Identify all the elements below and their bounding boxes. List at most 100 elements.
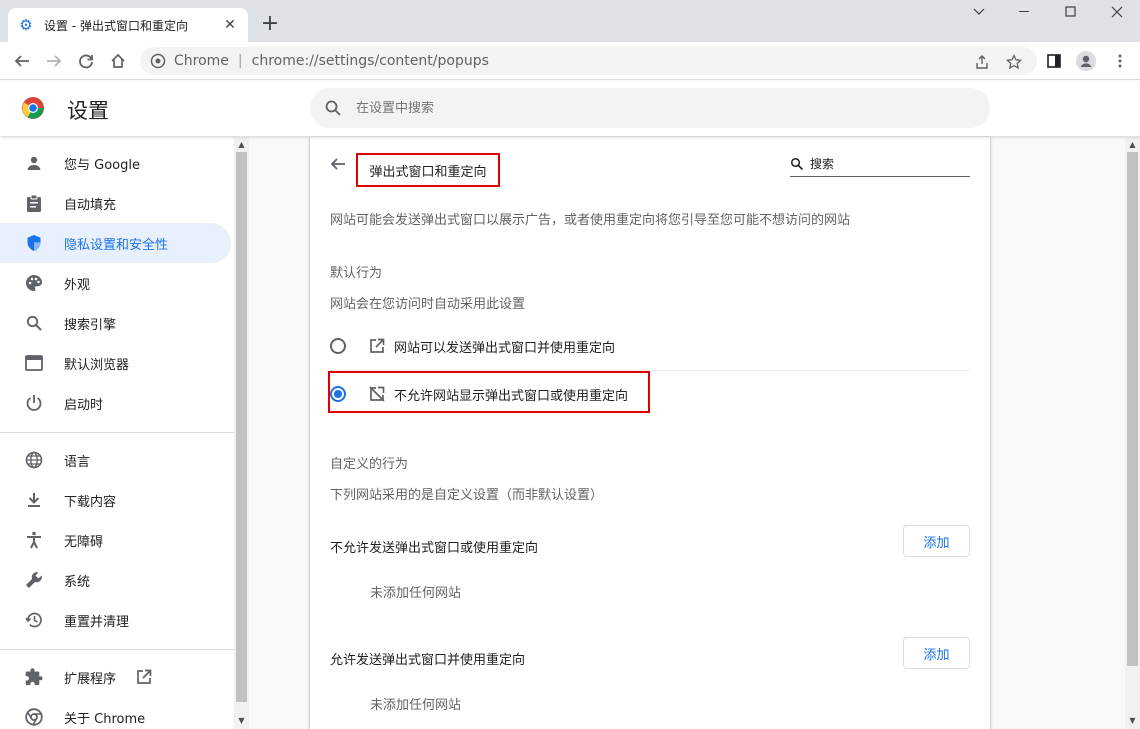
gear-icon: ⚙ <box>19 16 33 34</box>
url-text[interactable]: chrome://settings/content/popups <box>252 53 489 69</box>
add-block-site-button[interactable]: 添加 <box>903 525 970 557</box>
main-scrollbar[interactable]: ▲ ▼ <box>1125 137 1140 729</box>
site-label: Chrome <box>174 53 229 69</box>
maximize-button[interactable] <box>1048 0 1094 24</box>
tab-strip: ⚙ 设置 - 弹出式窗口和重定向 ✕ + <box>0 0 1140 42</box>
sidebar-item-on-startup[interactable]: 启动时 <box>0 383 231 423</box>
browser-icon <box>24 353 44 373</box>
block-list-label: 不允许发送弹出式窗口或使用重定向 <box>330 541 539 556</box>
palette-icon <box>24 273 44 293</box>
back-button[interactable] <box>10 49 34 73</box>
sidebar-item-label: 搜索引擎 <box>64 317 117 333</box>
home-button[interactable] <box>106 49 130 73</box>
download-icon <box>24 490 44 510</box>
chrome-icon <box>24 707 44 727</box>
allow-list-empty: 未添加任何网站 <box>370 698 462 713</box>
sidebar-scrollbar[interactable]: ▲ ▼ <box>234 137 249 729</box>
default-behavior-subtitle: 网站会在您访问时自动采用此设置 <box>330 297 526 312</box>
sidebar: 您与 Google 自动填充 隐私设置和安全性 外观 搜索引擎 默认浏览器 启动… <box>0 137 234 729</box>
settings-search-input[interactable] <box>356 100 956 116</box>
puzzle-icon <box>24 667 44 687</box>
scroll-up-arrow-icon[interactable]: ▲ <box>234 139 249 151</box>
sidebar-item-label: 您与 Google <box>64 157 140 173</box>
sidebar-item-downloads[interactable]: 下载内容 <box>0 480 231 520</box>
sidebar-item-label: 外观 <box>64 277 91 293</box>
page-description: 网站可能会发送弹出式窗口以展示广告，或者使用重定向将您引导至您可能不想访问的网站 <box>330 213 851 228</box>
sidebar-item-you-and-google[interactable]: 您与 Google <box>0 143 231 183</box>
reload-button[interactable] <box>74 49 98 73</box>
option-allow-label: 网站可以发送弹出式窗口并使用重定向 <box>394 340 616 356</box>
close-window-button[interactable] <box>1094 0 1140 24</box>
star-icon[interactable] <box>1004 52 1024 72</box>
person-icon <box>24 153 44 173</box>
settings-search[interactable] <box>310 88 990 128</box>
sidebar-item-label: 无障碍 <box>64 534 104 550</box>
chrome-logo-icon <box>21 96 45 120</box>
sidebar-item-label: 下载内容 <box>64 494 117 510</box>
sidebar-item-languages[interactable]: 语言 <box>0 440 231 480</box>
page-title: 弹出式窗口和重定向 <box>356 153 500 187</box>
open-in-new-icon <box>134 667 154 687</box>
globe-icon <box>24 450 44 470</box>
profile-avatar[interactable] <box>1074 49 1098 73</box>
settings-title: 设置 <box>67 99 109 123</box>
allow-list-label: 允许发送弹出式窗口并使用重定向 <box>330 653 526 668</box>
sidebar-item-label: 语言 <box>64 454 91 470</box>
minimize-button[interactable] <box>1002 0 1048 24</box>
clipboard-icon <box>24 193 44 213</box>
sidebar-item-system[interactable]: 系统 <box>0 560 231 600</box>
sidebar-item-about-chrome[interactable]: 关于 Chrome <box>0 697 231 729</box>
open-in-new-icon <box>368 337 386 355</box>
settings-card: 弹出式窗口和重定向 搜索 网站可能会发送弹出式窗口以展示广告，或者使用重定向将您… <box>310 137 990 729</box>
sidebar-item-search-engine[interactable]: 搜索引擎 <box>0 303 231 343</box>
sidebar-item-autofill[interactable]: 自动填充 <box>0 183 231 223</box>
sidebar-item-label: 启动时 <box>64 397 104 413</box>
sidebar-divider <box>0 649 234 650</box>
sidebar-item-appearance[interactable]: 外观 <box>0 263 231 303</box>
add-allow-site-button[interactable]: 添加 <box>903 637 970 669</box>
shield-icon <box>24 233 44 253</box>
browser-toolbar: Chrome | chrome://settings/content/popup… <box>0 42 1140 80</box>
chrome-site-icon <box>150 53 166 69</box>
wrench-icon <box>24 570 44 590</box>
custom-behavior-subtitle: 下列网站采用的是自定义设置（而非默认设置） <box>330 488 604 503</box>
new-tab-button[interactable]: + <box>260 13 280 35</box>
scroll-down-arrow-icon[interactable]: ▼ <box>1125 715 1140 727</box>
search-icon <box>24 313 44 333</box>
side-panel-icon[interactable] <box>1042 49 1066 73</box>
power-icon <box>24 393 44 413</box>
main-scroll-thumb[interactable] <box>1127 152 1138 666</box>
accessibility-icon <box>24 530 44 550</box>
option-allow-popups[interactable]: 网站可以发送弹出式窗口并使用重定向 <box>330 322 970 370</box>
annotation-highlight-box <box>328 371 650 413</box>
sidebar-item-privacy[interactable]: 隐私设置和安全性 <box>0 223 231 263</box>
sidebar-item-label: 扩展程序 <box>64 671 117 687</box>
close-tab-icon[interactable]: ✕ <box>222 17 238 33</box>
search-icon <box>324 99 342 117</box>
default-behavior-heading: 默认行为 <box>330 266 383 281</box>
site-search-label: 搜索 <box>810 157 835 171</box>
tab-title: 设置 - 弹出式窗口和重定向 <box>44 18 188 33</box>
tab-settings[interactable]: ⚙ 设置 - 弹出式窗口和重定向 ✕ <box>8 8 248 42</box>
sidebar-divider <box>0 432 234 433</box>
back-arrow-icon[interactable] <box>328 154 348 174</box>
scroll-down-arrow-icon[interactable]: ▼ <box>234 715 249 727</box>
address-bar[interactable]: Chrome | chrome://settings/content/popup… <box>140 47 1037 75</box>
radio-allow[interactable] <box>330 338 346 354</box>
minimize-icon[interactable] <box>956 0 1002 24</box>
sidebar-item-default-browser[interactable]: 默认浏览器 <box>0 343 231 383</box>
sidebar-item-accessibility[interactable]: 无障碍 <box>0 520 231 560</box>
omnibox-separator: | <box>237 53 243 69</box>
sidebar-item-extensions[interactable]: 扩展程序 <box>0 657 231 697</box>
menu-icon[interactable] <box>1108 49 1132 73</box>
sidebar-item-label: 隐私设置和安全性 <box>64 237 169 253</box>
history-icon <box>24 610 44 630</box>
share-icon[interactable] <box>972 52 992 72</box>
sidebar-item-label: 系统 <box>64 574 91 590</box>
sidebar-item-reset[interactable]: 重置并清理 <box>0 600 231 640</box>
forward-button[interactable] <box>42 49 66 73</box>
site-search-field[interactable]: 搜索 <box>790 151 970 177</box>
sidebar-scroll-thumb[interactable] <box>236 152 247 702</box>
scroll-up-arrow-icon[interactable]: ▲ <box>1125 139 1140 151</box>
custom-behavior-heading: 自定义的行为 <box>330 457 409 472</box>
